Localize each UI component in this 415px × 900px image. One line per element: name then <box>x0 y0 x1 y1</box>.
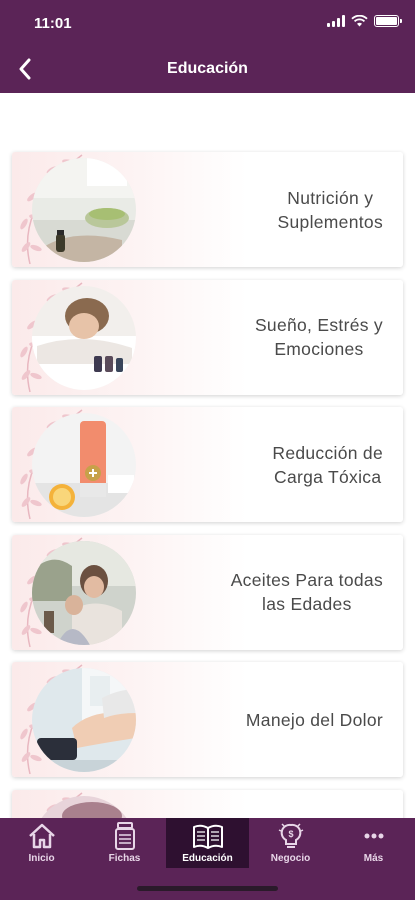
tab-label: Inicio <box>28 853 55 864</box>
pain-photo <box>32 668 136 772</box>
card-label: Manejo del Dolor <box>245 709 383 730</box>
home-icon <box>28 823 55 849</box>
status-icons <box>327 15 402 27</box>
card-label: Aceites Para todas las Edades <box>230 570 383 614</box>
tab-label: Negocio <box>270 853 311 864</box>
nutrition-photo <box>32 158 136 262</box>
education-list: Nutrición y Suplementos Sueño, Estrés y … <box>12 152 403 900</box>
tab-label: Educación <box>182 853 233 864</box>
tab-label: Fichas <box>108 853 141 864</box>
lightbulb-dollar-icon: $ <box>278 823 303 848</box>
tab-mas[interactable]: Más <box>332 818 415 868</box>
more-icon <box>364 833 383 839</box>
tab-label: Más <box>363 853 384 864</box>
card-all-ages[interactable]: Aceites Para todas las Edades <box>12 534 403 650</box>
tab-fichas[interactable]: Fichas <box>83 818 166 868</box>
header: 11:01 Educación <box>0 0 415 93</box>
signal-icon <box>327 15 345 27</box>
toxic-load-photo <box>32 413 136 517</box>
page-title: Educación <box>167 60 248 77</box>
family-photo <box>32 540 136 645</box>
svg-text:$: $ <box>288 829 293 839</box>
card-label: Nutrición y Suplementos <box>277 187 383 232</box>
tab-educacion[interactable]: Educación <box>166 818 249 868</box>
card-toxic-load[interactable]: Reducción de Carga Tóxica <box>12 407 403 522</box>
bottles-icon <box>114 822 135 850</box>
tab-negocio[interactable]: $ Negocio <box>249 818 332 868</box>
status-time: 11:01 <box>34 15 72 32</box>
tab-inicio[interactable]: Inicio <box>0 818 83 868</box>
card-pain[interactable]: Manejo del Dolor <box>12 662 403 777</box>
card-nutrition[interactable]: Nutrición y Suplementos <box>12 152 403 267</box>
book-icon <box>192 824 223 849</box>
battery-icon <box>374 15 402 27</box>
card-label: Reducción de Carga Tóxica <box>272 442 383 487</box>
home-indicator <box>137 886 278 891</box>
card-sleep[interactable]: Sueño, Estrés y Emociones <box>12 279 403 395</box>
wifi-icon <box>351 15 368 27</box>
card-label: Sueño, Estrés y Emociones <box>254 315 383 359</box>
sleep-photo <box>32 285 136 390</box>
